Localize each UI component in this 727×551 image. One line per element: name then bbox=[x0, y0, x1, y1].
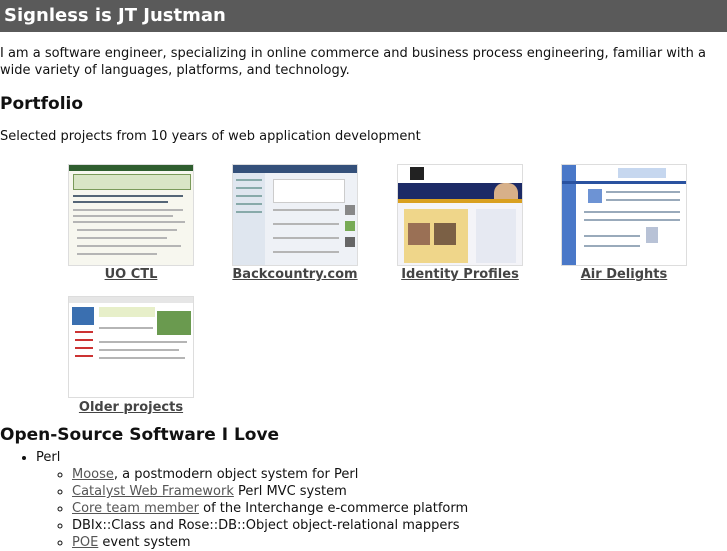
project-link-older-projects[interactable]: Older projects bbox=[51, 400, 211, 415]
item-description: Perl MVC system bbox=[233, 484, 347, 499]
category-perl: Perl bbox=[36, 450, 61, 465]
portfolio-heading: Portfolio bbox=[0, 94, 84, 114]
item-description: event system bbox=[98, 535, 191, 550]
oss-list: Perl Moose, a postmodern object system f… bbox=[0, 449, 727, 551]
core-team-link[interactable]: Core team member bbox=[72, 501, 199, 516]
item-description: of the Interchange e-commerce platform bbox=[199, 501, 469, 516]
list-item: DBIx::Class and Rose::DB::Object object-… bbox=[72, 517, 727, 534]
project-link-uo-ctl[interactable]: UO CTL bbox=[51, 267, 211, 282]
site-title: Signless is JT Justman bbox=[4, 5, 226, 26]
poe-link[interactable]: POE bbox=[72, 535, 98, 550]
project-link-backcountry[interactable]: Backcountry.com bbox=[215, 267, 375, 282]
site-header: Signless is JT Justman bbox=[0, 0, 727, 32]
item-description: DBIx::Class and Rose::DB::Object object-… bbox=[72, 518, 460, 533]
catalyst-link[interactable]: Catalyst Web Framework bbox=[72, 484, 234, 499]
oss-heading: Open-Source Software I Love bbox=[0, 425, 280, 445]
project-thumbnail-uo-ctl[interactable] bbox=[68, 164, 194, 266]
project-thumbnail-backcountry[interactable] bbox=[232, 164, 358, 266]
list-item: Perl Moose, a postmodern object system f… bbox=[36, 449, 727, 551]
project-link-air-delights[interactable]: Air Delights bbox=[544, 267, 704, 282]
project-thumbnail-older-projects[interactable] bbox=[68, 296, 194, 398]
project-thumbnail-air-delights[interactable] bbox=[561, 164, 687, 266]
project-thumbnail-identity-profiles[interactable] bbox=[397, 164, 523, 266]
list-item: Core team member of the Interchange e-co… bbox=[72, 500, 727, 517]
project-link-identity-profiles[interactable]: Identity Profiles bbox=[380, 267, 540, 282]
list-item: Moose, a postmodern object system for Pe… bbox=[72, 466, 727, 483]
moose-link[interactable]: Moose bbox=[72, 467, 114, 482]
item-description: , a postmodern object system for Perl bbox=[113, 467, 359, 482]
list-item: Catalyst Web Framework Perl MVC system bbox=[72, 483, 727, 500]
intro-text: I am a software engineer, specializing i… bbox=[0, 46, 706, 78]
portfolio-subtitle: Selected projects from 10 years of web a… bbox=[0, 129, 421, 144]
list-item: POE event system bbox=[72, 534, 727, 551]
